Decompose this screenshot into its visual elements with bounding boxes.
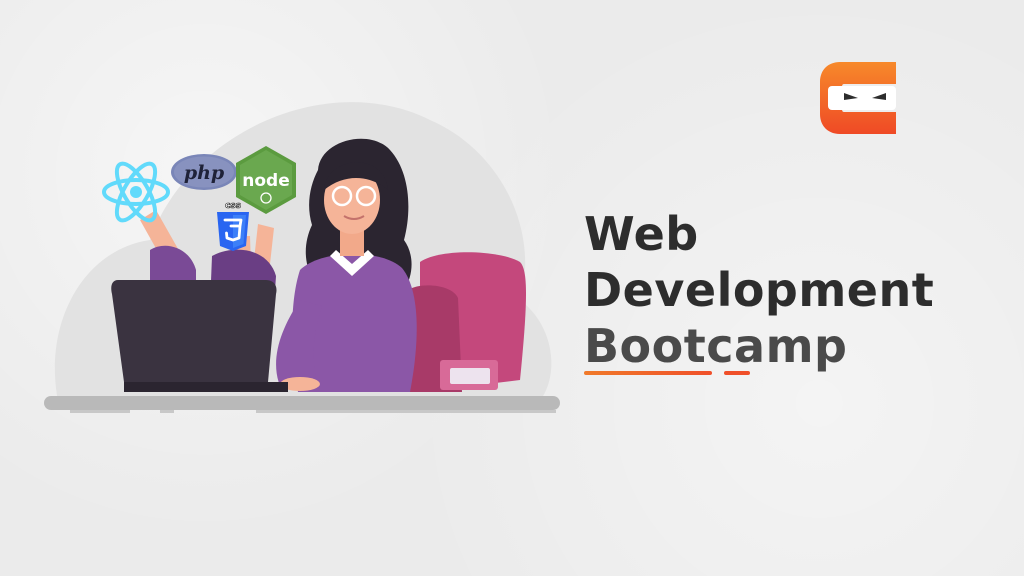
headline-line-2: Development (584, 263, 935, 317)
accent-underline (584, 371, 764, 375)
chair-tag-screen (450, 368, 490, 384)
desk-shadow (160, 410, 174, 413)
php-label: php (184, 162, 225, 184)
laptop-base (124, 382, 288, 392)
desk (44, 396, 560, 410)
headline-line-3: Bootcamp (584, 319, 848, 373)
banner-canvas: php node css Web Development Bootcamp (0, 0, 1024, 576)
css-label: css (225, 201, 241, 211)
php-icon: php (171, 154, 237, 190)
coding-ninjas-logo-icon (820, 62, 896, 134)
accent-underline-long (584, 371, 712, 375)
laptop-screen (111, 280, 277, 382)
desk-shadow (256, 410, 556, 413)
headline-line-1: Web (584, 207, 699, 261)
headline: Web Development Bootcamp (584, 206, 1004, 374)
accent-underline-short (724, 371, 750, 375)
web-developer-illustration: php node css (44, 102, 560, 413)
desk-shadow (70, 410, 130, 413)
node-label: node (242, 171, 289, 191)
